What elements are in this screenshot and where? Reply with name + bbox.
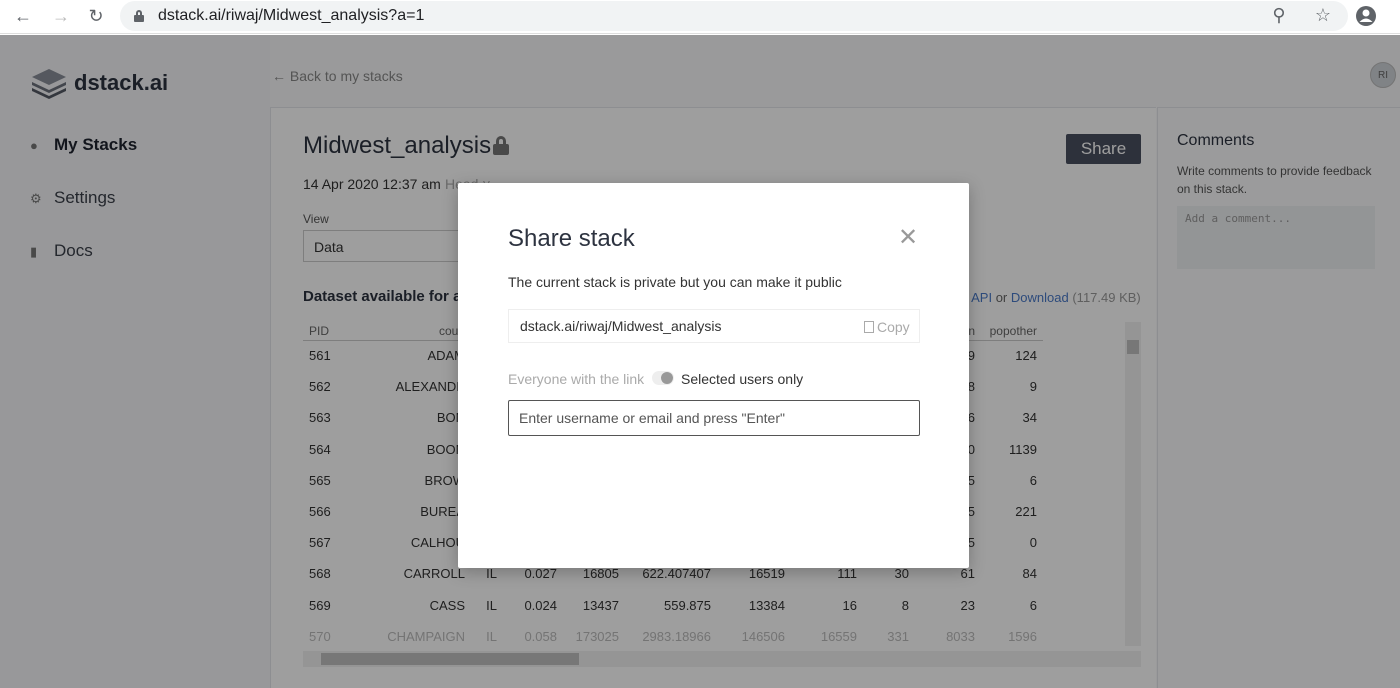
url-text[interactable]: dstack.ai/riwaj/Midwest_analysis?a=1 (158, 7, 424, 25)
forward-arrow-icon[interactable]: → (50, 5, 72, 27)
visibility-toggle[interactable] (652, 371, 674, 385)
share-link-field[interactable]: dstack.ai/riwaj/Midwest_analysis Copy (508, 309, 920, 343)
dialog-description: The current stack is private but you can… (508, 274, 842, 290)
profile-icon[interactable] (1355, 5, 1377, 27)
copy-button[interactable]: Copy (864, 319, 910, 335)
toggle-knob (661, 372, 673, 384)
back-arrow-icon[interactable]: ← (12, 5, 34, 27)
browser-toolbar: ← → ↻ dstack.ai/riwaj/Midwest_analysis?a… (0, 0, 1400, 34)
bookmark-star-icon[interactable]: ☆ (1312, 4, 1334, 26)
close-icon[interactable]: ✕ (898, 223, 918, 252)
lock-icon (134, 10, 144, 22)
copy-icon (864, 321, 874, 333)
option-everyone-with-link[interactable]: Everyone with the link (508, 371, 644, 387)
option-selected-users[interactable]: Selected users only (681, 371, 803, 387)
address-bar[interactable]: dstack.ai/riwaj/Midwest_analysis?a=1 ⚲ ☆ (120, 1, 1348, 31)
share-link-text[interactable]: dstack.ai/riwaj/Midwest_analysis (520, 318, 722, 334)
dialog-title: Share stack (508, 225, 635, 252)
username-email-input[interactable] (508, 400, 920, 436)
share-stack-dialog: Share stack ✕ The current stack is priva… (458, 183, 969, 568)
zoom-icon[interactable]: ⚲ (1268, 4, 1290, 26)
reload-icon[interactable]: ↻ (85, 5, 107, 27)
